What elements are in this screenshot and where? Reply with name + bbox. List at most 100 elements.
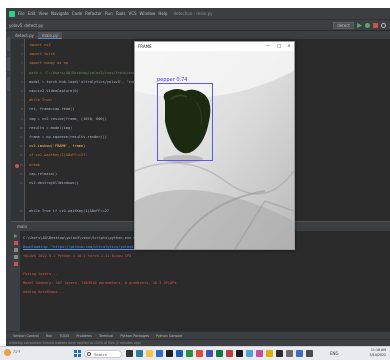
word-icon[interactable]: [176, 350, 183, 357]
code-line[interactable]: img = cv2.resize(frame, (1020, 600)): [29, 117, 107, 121]
maximize-icon[interactable]: □: [277, 44, 281, 49]
edge-icon[interactable]: [136, 350, 143, 357]
app-icon-8[interactable]: [306, 350, 313, 357]
code-line[interactable]: import torch: [29, 52, 55, 56]
stop-icon[interactable]: [373, 23, 378, 28]
code-line[interactable]: ret, frame=cap.read(): [29, 107, 74, 111]
toolwin-python-packages[interactable]: Python Packages: [120, 334, 149, 338]
tab-detect[interactable]: detect.py: [11, 32, 38, 39]
app-icon-7[interactable]: [296, 350, 303, 357]
app-icon-4[interactable]: [256, 350, 263, 357]
code-line[interactable]: break: [29, 163, 40, 167]
detection-window-titlebar[interactable]: FRAME — □ ×: [135, 42, 294, 51]
run-tab-label[interactable]: main: [17, 224, 27, 229]
run-icon[interactable]: [357, 23, 362, 28]
code-line[interactable]: while True:: [29, 98, 53, 102]
toolwin-run[interactable]: Run: [46, 334, 53, 338]
tray-language[interactable]: ENG: [330, 351, 339, 356]
scroll-to-end-icon[interactable]: [13, 248, 18, 252]
line-number: 4: [21, 70, 23, 75]
stop-run-icon[interactable]: [13, 241, 18, 245]
windows-taskbar: 71°F Search ENG 11:18 AM 5/14/2022: [0, 346, 390, 360]
tool-window-bar: Version Control Run TODO Problems Termin…: [6, 331, 390, 339]
toolwin-terminal[interactable]: Terminal: [99, 334, 113, 338]
store-icon[interactable]: [156, 350, 163, 357]
detection-window-title: FRAME: [138, 44, 152, 49]
powerpoint-icon[interactable]: [196, 350, 203, 357]
clock[interactable]: 11:18 AM 5/14/2022: [370, 348, 386, 358]
code-line[interactable]: frame = np.squeeze(results.render()): [29, 135, 107, 139]
desktop-screen: File Edit View Navigate Code Refactor Ru…: [0, 0, 390, 360]
search-icon[interactable]: [381, 23, 386, 28]
menu-window[interactable]: Window: [140, 11, 156, 16]
app-icon-2[interactable]: [226, 350, 233, 357]
detection-window[interactable]: FRAME — □ × pepper 0.74: [134, 41, 295, 250]
line-gutter: 1 2 3 4 5 6 7 8 9 10 11 12 13 14 15 16 19: [11, 39, 25, 221]
terminal-icon[interactable]: [166, 350, 173, 357]
run-config-select[interactable]: detect: [333, 22, 354, 29]
debug-icon[interactable]: [365, 23, 370, 28]
pycharm-taskbar-icon[interactable]: [236, 350, 243, 357]
close-icon[interactable]: ×: [287, 44, 291, 49]
menu-edit[interactable]: Edit: [28, 11, 36, 16]
toolwin-python-console[interactable]: Python Console: [156, 334, 182, 338]
line-number: 15: [19, 171, 23, 176]
app-icon-5[interactable]: [266, 350, 273, 357]
app-icon-6[interactable]: [286, 350, 293, 357]
app-icon-3[interactable]: [246, 350, 253, 357]
menu-bar: File Edit View Navigate Code Refactor Ru…: [6, 8, 390, 19]
breakpoint-icon[interactable]: [15, 164, 19, 168]
bookmarks-tool-tab[interactable]: [7, 77, 10, 91]
code-line[interactable]: cap.release(): [29, 172, 57, 176]
console-line: YOLOv5 2022-5-1 Python-3.10.1 torch-1.11…: [23, 254, 132, 258]
python-window-icon[interactable]: [276, 350, 283, 357]
weather-widget[interactable]: 71°F: [4, 349, 20, 359]
line-number: 6: [21, 89, 23, 93]
menu-file[interactable]: File: [18, 11, 25, 16]
task-view-icon[interactable]: [126, 350, 133, 357]
excel-icon[interactable]: [186, 350, 193, 357]
code-line[interactable]: cv2.imshow('FRAME', frame): [29, 144, 85, 148]
minimize-icon[interactable]: —: [266, 44, 271, 49]
menu-code[interactable]: Code: [72, 11, 82, 16]
teams-icon[interactable]: [206, 350, 213, 357]
structure-tool-tab[interactable]: [7, 57, 10, 71]
code-line[interactable]: while True if cv2.waitKey(1)&0xFF==27: [29, 209, 109, 213]
code-line[interactable]: cap=cv2.VideoCapture(0): [29, 89, 79, 93]
close-run-icon[interactable]: [13, 262, 18, 266]
line-number: 16: [19, 181, 23, 185]
taskbar-search-text: Search: [94, 352, 108, 357]
tab-main[interactable]: main.py: [37, 32, 63, 39]
line-number: 13: [19, 153, 23, 158]
line-number: 9: [21, 116, 23, 121]
menu-navigate[interactable]: Navigate: [51, 11, 69, 16]
file-explorer-icon[interactable]: [146, 350, 153, 357]
code-line[interactable]: if cv2.waitKey(1)&0xFF==27:: [29, 153, 87, 157]
menu-tools[interactable]: Tools: [116, 11, 126, 16]
rerun-icon[interactable]: [13, 234, 18, 238]
menu-vcs[interactable]: VCS: [128, 11, 136, 16]
line-number: 19: [19, 208, 23, 213]
app-icon[interactable]: [216, 350, 223, 357]
code-line[interactable]: import numpy as np: [29, 61, 68, 65]
line-number: 10: [19, 125, 23, 130]
code-line[interactable]: cv2.destroyAllWindows(): [29, 181, 79, 185]
toolwin-version-control[interactable]: Version Control: [13, 334, 39, 338]
menu-run[interactable]: Run: [105, 11, 113, 16]
project-tool-tab[interactable]: [7, 37, 10, 51]
menu-refactor[interactable]: Refactor: [85, 11, 102, 16]
windows-start-icon[interactable]: [74, 350, 81, 357]
taskbar-search[interactable]: Search: [84, 350, 122, 358]
menu-view[interactable]: View: [38, 11, 48, 16]
menu-help[interactable]: Help: [158, 11, 167, 16]
sun-icon: [4, 349, 11, 356]
code-line[interactable]: import cv2: [29, 43, 51, 47]
toolwin-todo[interactable]: TODO: [59, 334, 69, 338]
toolwin-problems[interactable]: Problems: [76, 334, 92, 338]
navigation-toolbar: yolov5 detect.py detect: [6, 19, 390, 31]
breadcrumb-project[interactable]: yolov5: [9, 23, 22, 28]
breadcrumb-file[interactable]: detect.py: [24, 23, 43, 28]
print-icon[interactable]: [13, 255, 18, 259]
code-line[interactable]: results = model(img): [29, 126, 72, 130]
clock-date: 5/14/2022: [369, 353, 386, 357]
